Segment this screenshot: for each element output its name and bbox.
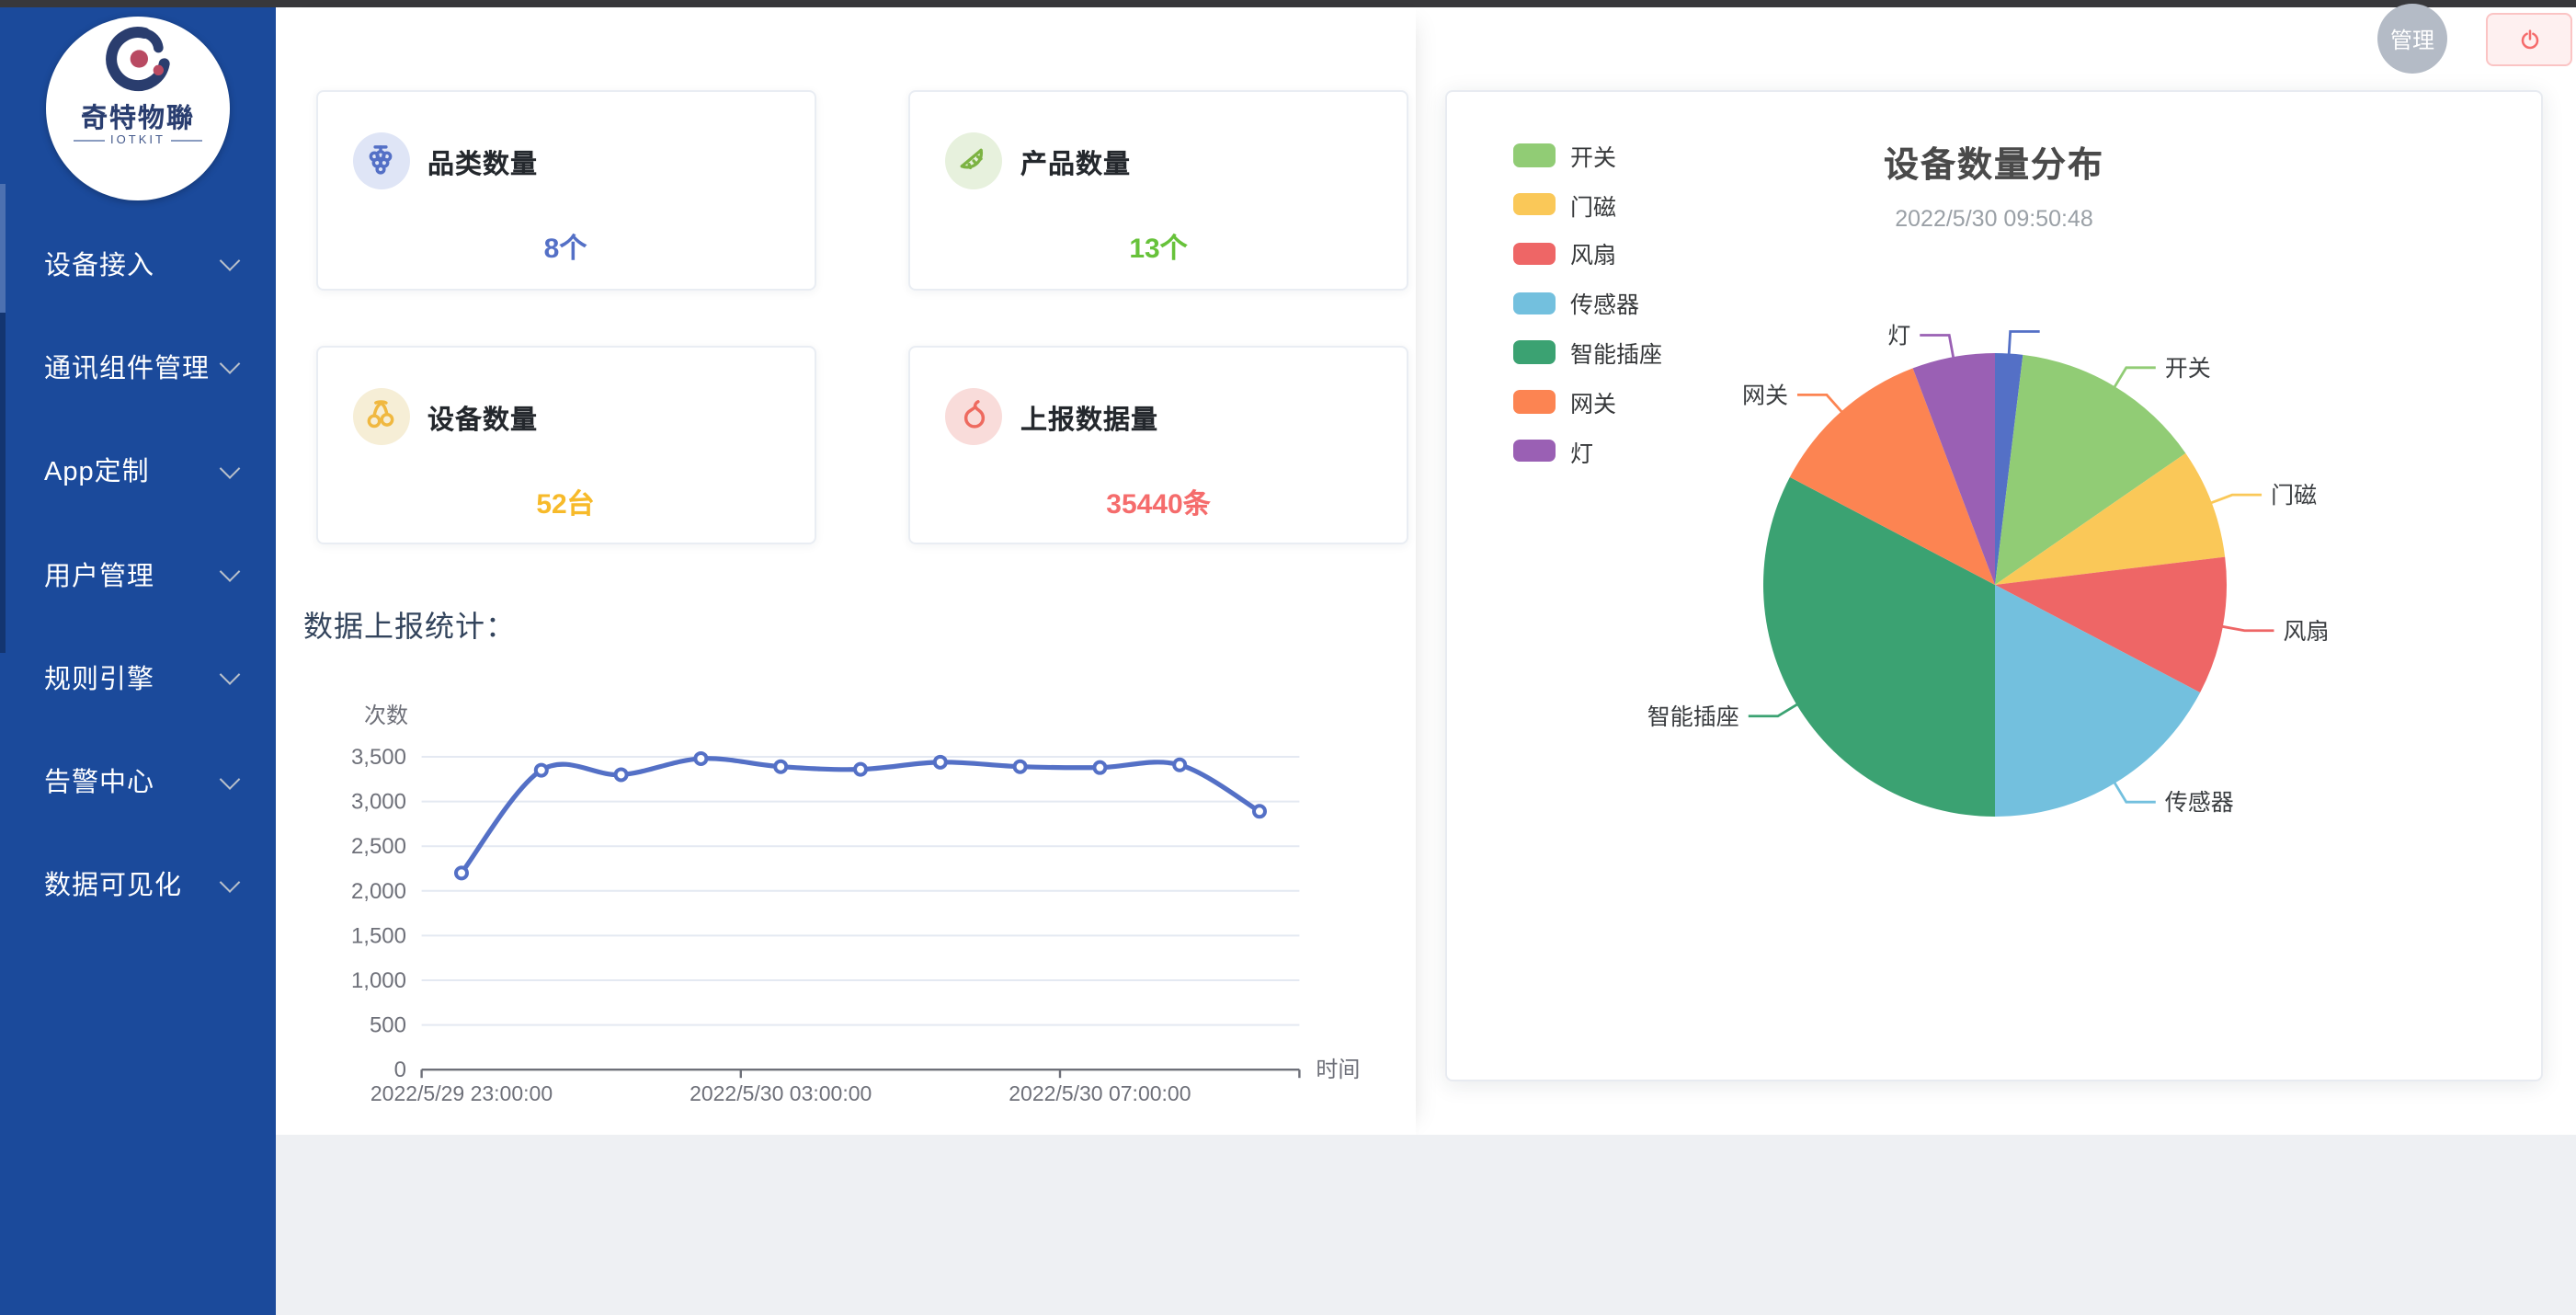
grapes-icon (352, 132, 409, 189)
chevron-down-icon (220, 354, 241, 375)
chevron-down-icon (220, 769, 241, 790)
stat-card-title: 产品数量 (1020, 143, 1131, 182)
stat-card-title: 上报数据量 (1020, 398, 1158, 437)
brand-logo: 奇特物聯 IOTKIT (46, 17, 230, 200)
dashboard-page: 奇特物聯 IOTKIT 设备接入 通讯组件管理 App定制 用户管理 规则引擎 … (0, 0, 2576, 1315)
svg-text:开关: 开关 (2165, 356, 2211, 382)
stat-card-value: 13个 (910, 228, 1407, 291)
svg-text:2022/5/30 03:00:00: 2022/5/30 03:00:00 (690, 1081, 872, 1105)
svg-text:1,000: 1,000 (351, 968, 406, 993)
chevron-down-icon (220, 251, 241, 272)
sidebar-item-app-custom[interactable]: App定制 (0, 418, 276, 522)
melon-icon (945, 132, 1002, 189)
svg-text:时间: 时间 (1316, 1058, 1360, 1082)
power-icon (2514, 25, 2544, 54)
svg-text:3,000: 3,000 (351, 790, 406, 815)
avatar[interactable]: 管理 (2377, 4, 2447, 74)
stat-card-categories: 品类数量 8个 (315, 90, 815, 290)
stat-card-reports: 上报数据量 35440条 (908, 345, 1408, 544)
svg-text:门磁: 门磁 (2271, 483, 2317, 509)
pear-icon (945, 387, 1002, 444)
chevron-down-icon (220, 665, 241, 686)
svg-text:2022/5/29 23:00:00: 2022/5/29 23:00:00 (370, 1081, 553, 1105)
stat-card-value: 35440条 (910, 483, 1407, 545)
svg-text:2,500: 2,500 (351, 834, 406, 859)
line-chart-title: 数据上报统计： (303, 601, 516, 646)
svg-text:2,000: 2,000 (351, 879, 406, 904)
pie-chart: 开关门磁风扇传感器 智能插座 网关 灯 (1453, 107, 2541, 953)
logo-title: 奇特物聯 (46, 97, 230, 136)
svg-text:智能插座: 智能插座 (1647, 704, 1739, 730)
svg-text:2022/5/30 07:00:00: 2022/5/30 07:00:00 (1009, 1081, 1191, 1105)
stat-card-title: 品类数量 (427, 143, 538, 182)
svg-text:0: 0 (394, 1058, 406, 1082)
sidebar-menu: 设备接入 通讯组件管理 App定制 用户管理 规则引擎 告警中心 数据可见化 (0, 212, 276, 936)
cherries-icon (352, 387, 409, 444)
stat-card-value: 52台 (317, 483, 814, 545)
line-chart: 次数 0 500 1,000 1,500 2,000 2,500 3,000 3,500 2022… (294, 688, 1361, 1129)
logout-button[interactable] (2486, 13, 2572, 66)
sidebar-item-alert-center[interactable]: 告警中心 (0, 729, 276, 833)
sidebar-item-device-access[interactable]: 设备接入 (0, 212, 276, 315)
chevron-down-icon (220, 561, 241, 582)
logo-swirl-icon (101, 22, 175, 96)
svg-text:风扇: 风扇 (2283, 619, 2329, 645)
sidebar-item-rule-engine[interactable]: 规则引擎 (0, 625, 276, 729)
chevron-down-icon (220, 458, 241, 479)
stat-card-title: 设备数量 (427, 398, 538, 437)
svg-text:次数: 次数 (364, 703, 408, 728)
page-background (276, 1135, 2576, 1315)
stat-card-products: 产品数量 13个 (908, 90, 1408, 290)
stat-card-value: 8个 (317, 228, 814, 291)
svg-text:500: 500 (370, 1013, 406, 1038)
sidebar-item-user-mgmt[interactable]: 用户管理 (0, 522, 276, 626)
logo-subtitle: IOTKIT (46, 134, 230, 147)
svg-text:传感器: 传感器 (2165, 790, 2234, 816)
svg-text:1,500: 1,500 (351, 923, 406, 948)
chevron-down-icon (220, 872, 241, 893)
svg-text:网关: 网关 (1742, 383, 1788, 408)
sidebar-item-data-visual[interactable]: 数据可见化 (0, 833, 276, 937)
svg-text:灯: 灯 (1887, 324, 1910, 349)
window-top-bar (0, 0, 2576, 7)
svg-text:3,500: 3,500 (351, 745, 406, 770)
sidebar: 奇特物聯 IOTKIT 设备接入 通讯组件管理 App定制 用户管理 规则引擎 … (0, 7, 276, 1315)
stat-card-devices: 设备数量 52台 (315, 345, 815, 544)
sidebar-item-comm-components[interactable]: 通讯组件管理 (0, 315, 276, 419)
